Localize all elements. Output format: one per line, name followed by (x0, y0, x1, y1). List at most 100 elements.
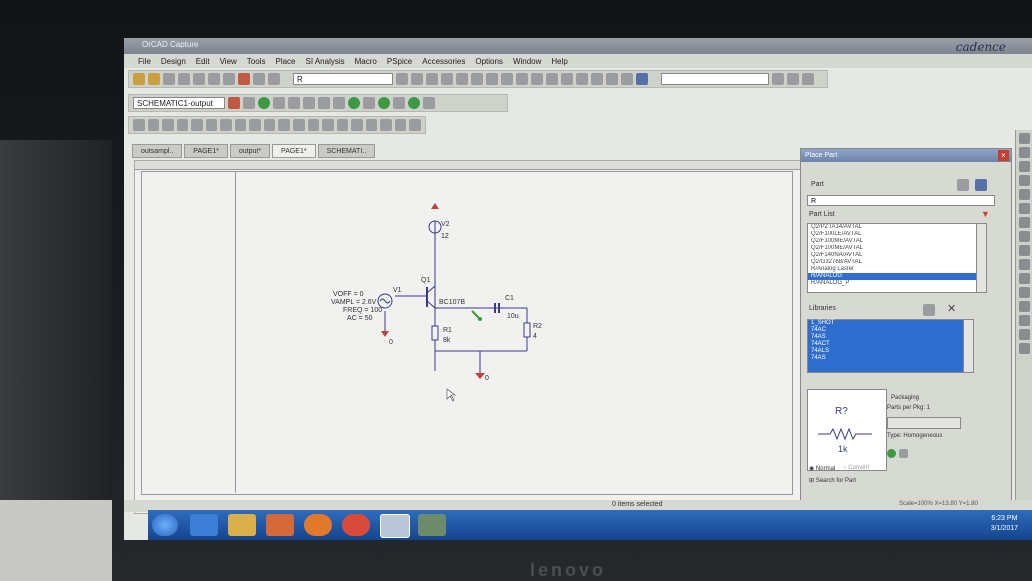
palette-junction-icon[interactable] (1019, 203, 1030, 214)
drc-icon[interactable] (471, 73, 483, 85)
nav-forward-icon[interactable] (802, 73, 814, 85)
media-player-icon[interactable] (266, 514, 294, 536)
r2-resistor[interactable] (523, 322, 531, 338)
palette-port-icon[interactable] (1019, 259, 1030, 270)
diff-marker-icon[interactable] (333, 97, 345, 109)
palette-image-icon[interactable] (1019, 343, 1030, 354)
view-results-icon[interactable] (273, 97, 285, 109)
tab-0[interactable]: outsampl.. (132, 144, 183, 158)
part-select[interactable] (887, 417, 961, 429)
search-for-part-toggle[interactable]: ⊞ Search for Part (809, 477, 856, 484)
app-task-icon[interactable] (418, 514, 446, 536)
start-button-icon[interactable] (152, 514, 178, 536)
junction-icon[interactable] (205, 119, 218, 131)
part-name-input[interactable]: R (807, 195, 995, 206)
run-icon[interactable] (258, 97, 270, 109)
library-item[interactable]: 74ACT (808, 341, 964, 348)
part-list-item[interactable]: Q2/F140NA/AVTAL (808, 252, 976, 259)
menu-item[interactable]: Place (275, 57, 295, 66)
nav-back-icon[interactable] (787, 73, 799, 85)
tab-2[interactable]: output* (229, 144, 271, 158)
polyline-icon[interactable] (351, 119, 363, 131)
area-select-icon[interactable] (546, 73, 558, 85)
new-icon[interactable] (133, 73, 145, 85)
palette-net-icon[interactable] (1019, 175, 1030, 186)
ground-icon[interactable] (249, 119, 261, 131)
current-marker-icon[interactable] (303, 97, 315, 109)
save-icon[interactable] (163, 73, 175, 85)
convert-radio[interactable]: ○ Convert (843, 465, 869, 471)
menu-item[interactable]: PSpice (387, 57, 412, 66)
r1-resistor[interactable] (431, 325, 439, 341)
palette-part-icon[interactable] (1019, 147, 1030, 158)
binoculars-icon[interactable] (772, 73, 784, 85)
pin-icon[interactable] (621, 73, 633, 85)
part-icon[interactable] (147, 119, 160, 131)
menu-item[interactable]: Design (161, 57, 186, 66)
palette-line-icon[interactable] (1019, 273, 1030, 284)
off-page-icon[interactable] (307, 119, 320, 131)
open-icon[interactable] (148, 73, 160, 85)
orcad-task-icon[interactable] (380, 514, 410, 538)
explorer-icon[interactable] (228, 514, 256, 536)
search-web-icon[interactable] (975, 179, 987, 191)
bus-entry-icon[interactable] (220, 119, 232, 131)
forward-icon[interactable] (591, 73, 603, 85)
ground-symbol[interactable] (475, 373, 485, 379)
undo-icon[interactable] (238, 73, 250, 85)
normal-radio[interactable]: ◉ Normal (809, 465, 835, 472)
new-profile-icon[interactable] (228, 97, 240, 109)
arc-icon[interactable] (394, 119, 407, 131)
ie-icon[interactable] (190, 514, 218, 536)
pm-icon[interactable] (561, 73, 573, 85)
netlist-icon[interactable] (486, 73, 498, 85)
v1-ground-symbol[interactable] (381, 331, 389, 337)
bias-current-icon[interactable] (378, 97, 390, 109)
crossref-icon[interactable] (501, 73, 513, 85)
system-clock[interactable]: 6:23 PM 3/1/2017 (991, 514, 1018, 534)
menu-item[interactable]: Options (475, 57, 503, 66)
library-item[interactable]: 74AS (808, 334, 964, 341)
menu-item[interactable]: File (138, 57, 151, 66)
palette-select-icon[interactable] (1019, 133, 1030, 144)
text-icon[interactable] (409, 119, 421, 131)
palette-polyline-icon[interactable] (1019, 329, 1030, 340)
part-list-item[interactable]: R/Analog Lasfer (808, 266, 976, 273)
zoom-all-icon[interactable] (441, 73, 453, 85)
power-icon[interactable] (234, 119, 247, 131)
power-marker-icon[interactable] (318, 97, 330, 109)
no-connect-icon[interactable] (322, 119, 334, 131)
part-list-scrollbar[interactable] (976, 223, 987, 293)
part-list-item[interactable]: Q2/PZTA14/AVTAL (808, 224, 976, 231)
part-list-item[interactable]: Q2/G32768/AVTAL (808, 259, 976, 266)
bias-v-icon[interactable] (363, 97, 375, 109)
hier-port-icon[interactable] (278, 119, 291, 131)
tab-3[interactable]: PAGE1* (272, 144, 316, 158)
q1-transistor[interactable] (426, 285, 436, 309)
chrome-icon[interactable] (342, 514, 370, 536)
palette-ellipse-icon[interactable] (1019, 301, 1030, 312)
palette-bus-icon[interactable] (1019, 189, 1030, 200)
zoom-out-icon[interactable] (411, 73, 423, 85)
add-library-button-icon[interactable] (923, 304, 935, 316)
voltage-marker-icon[interactable] (288, 97, 300, 109)
print-icon[interactable] (178, 73, 190, 85)
menu-item[interactable]: Tools (247, 57, 266, 66)
add-library-icon[interactable] (957, 179, 969, 191)
bom-icon[interactable] (516, 73, 528, 85)
back-icon[interactable] (576, 73, 588, 85)
tab-4[interactable]: SCHEMATI.. (317, 144, 376, 158)
zoom-in-icon[interactable] (396, 73, 408, 85)
link-icon[interactable] (606, 73, 618, 85)
snap-grid-icon[interactable] (531, 73, 543, 85)
bias-p-icon[interactable] (423, 97, 435, 109)
rectangle-icon[interactable] (365, 119, 378, 131)
line-icon[interactable] (336, 119, 349, 131)
filter-icon[interactable]: ▼ (981, 209, 990, 219)
part-list-item[interactable]: Q2/F100ME/AVTAL (808, 238, 976, 245)
zoom-area-icon[interactable] (426, 73, 438, 85)
bias-power-icon[interactable] (408, 97, 420, 109)
library-item[interactable]: 74AS (808, 355, 964, 362)
part-list-item[interactable]: R/ANALOG (808, 273, 976, 280)
redo-icon[interactable] (253, 73, 265, 85)
